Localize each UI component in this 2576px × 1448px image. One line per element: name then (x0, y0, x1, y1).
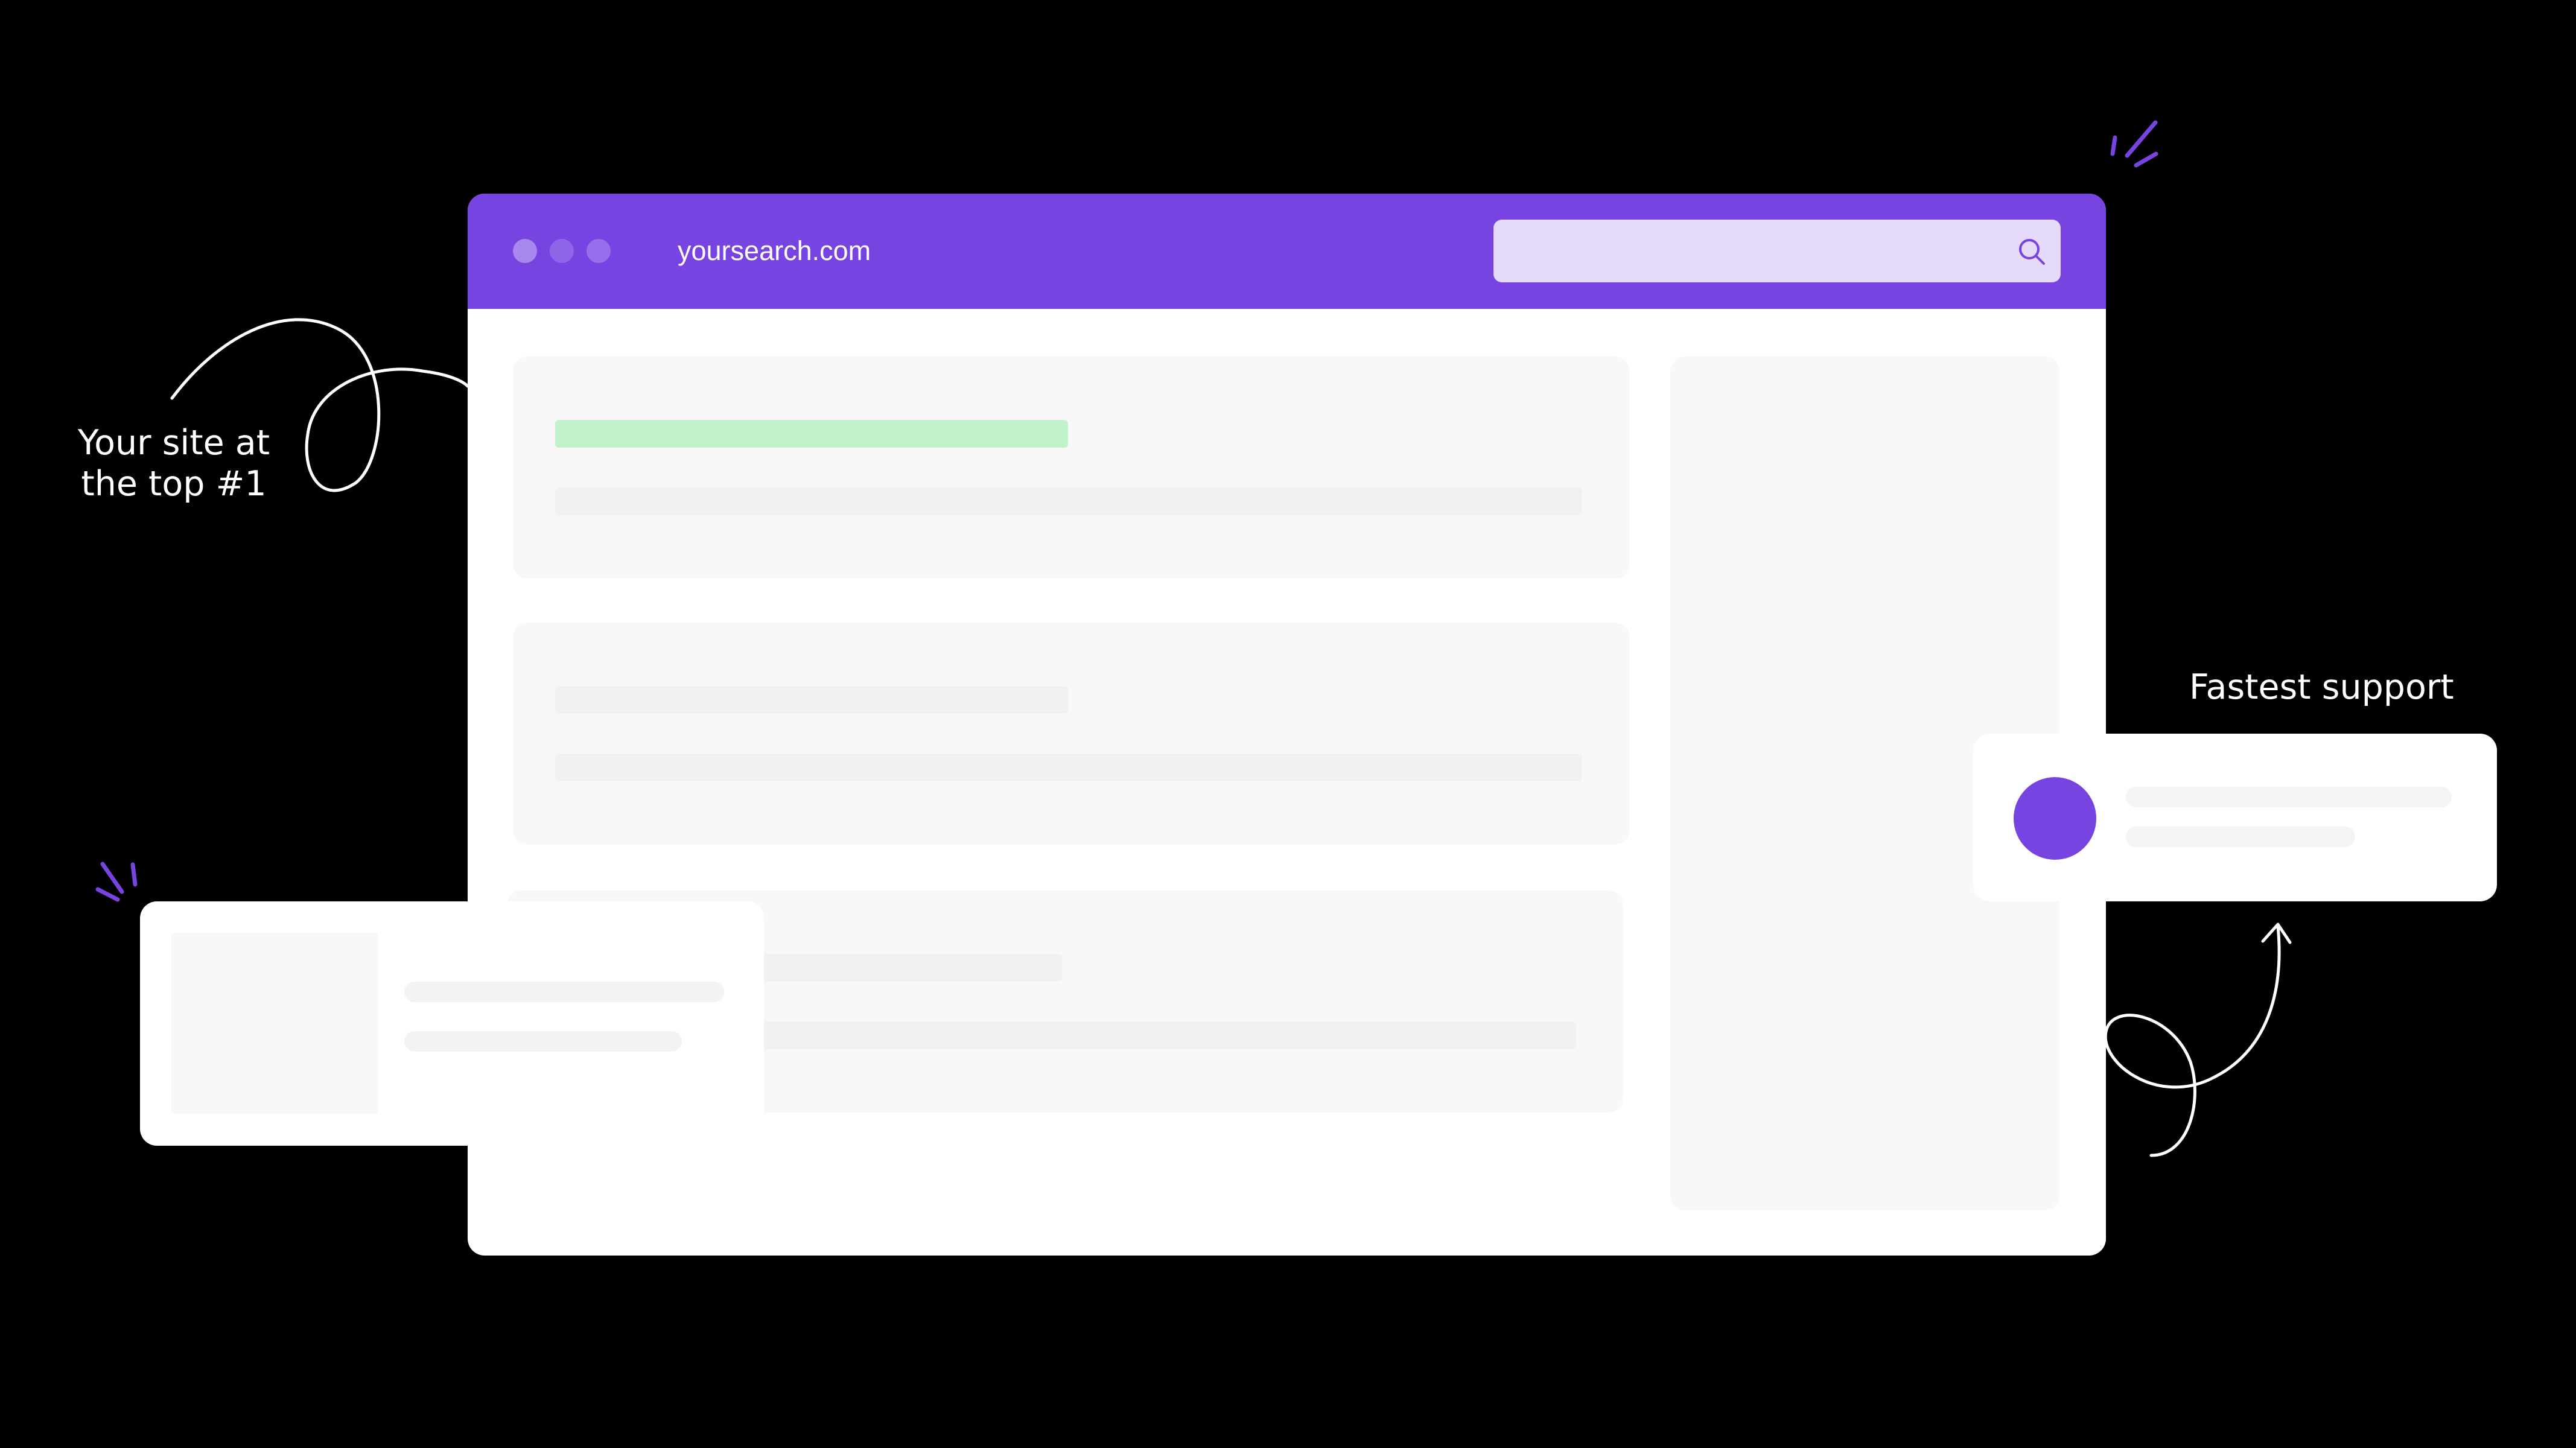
sparkle-icon-bottom-left (95, 862, 138, 902)
search-icon[interactable] (2016, 236, 2047, 267)
arrow-head-icon (2261, 922, 2292, 944)
text-placeholder (404, 982, 724, 1002)
text-placeholder (404, 1031, 682, 1052)
browser-top-bar: yoursearch.com (468, 194, 2106, 309)
avatar (2014, 777, 2096, 860)
annotation-left: Your site at the top #1 (53, 422, 294, 504)
text-placeholder (2126, 787, 2452, 807)
minimize-dot[interactable] (550, 239, 574, 263)
address-url[interactable]: yoursearch.com (678, 231, 871, 271)
annotation-left-line2: the top #1 (81, 464, 267, 504)
right-loop-arrow-doodle (2104, 924, 2281, 1157)
annotation-right: Fastest support (2189, 667, 2454, 707)
search-result-top[interactable] (513, 357, 1629, 579)
result-title-highlight (555, 420, 1068, 448)
search-result[interactable] (513, 623, 1629, 845)
result-description-placeholder (555, 754, 1582, 781)
sparkle-icon-top-right (2110, 120, 2158, 168)
annotation-left-line1: Your site at (77, 423, 270, 463)
result-title-placeholder (555, 686, 1068, 714)
text-placeholder (2126, 827, 2355, 847)
thumbnail-placeholder (171, 933, 378, 1114)
maximize-dot[interactable] (587, 239, 611, 263)
close-dot[interactable] (513, 239, 537, 263)
listing-card[interactable] (140, 901, 764, 1146)
result-description-placeholder (555, 487, 1582, 515)
search-input[interactable] (1493, 220, 2061, 282)
support-card[interactable] (1973, 734, 2497, 901)
